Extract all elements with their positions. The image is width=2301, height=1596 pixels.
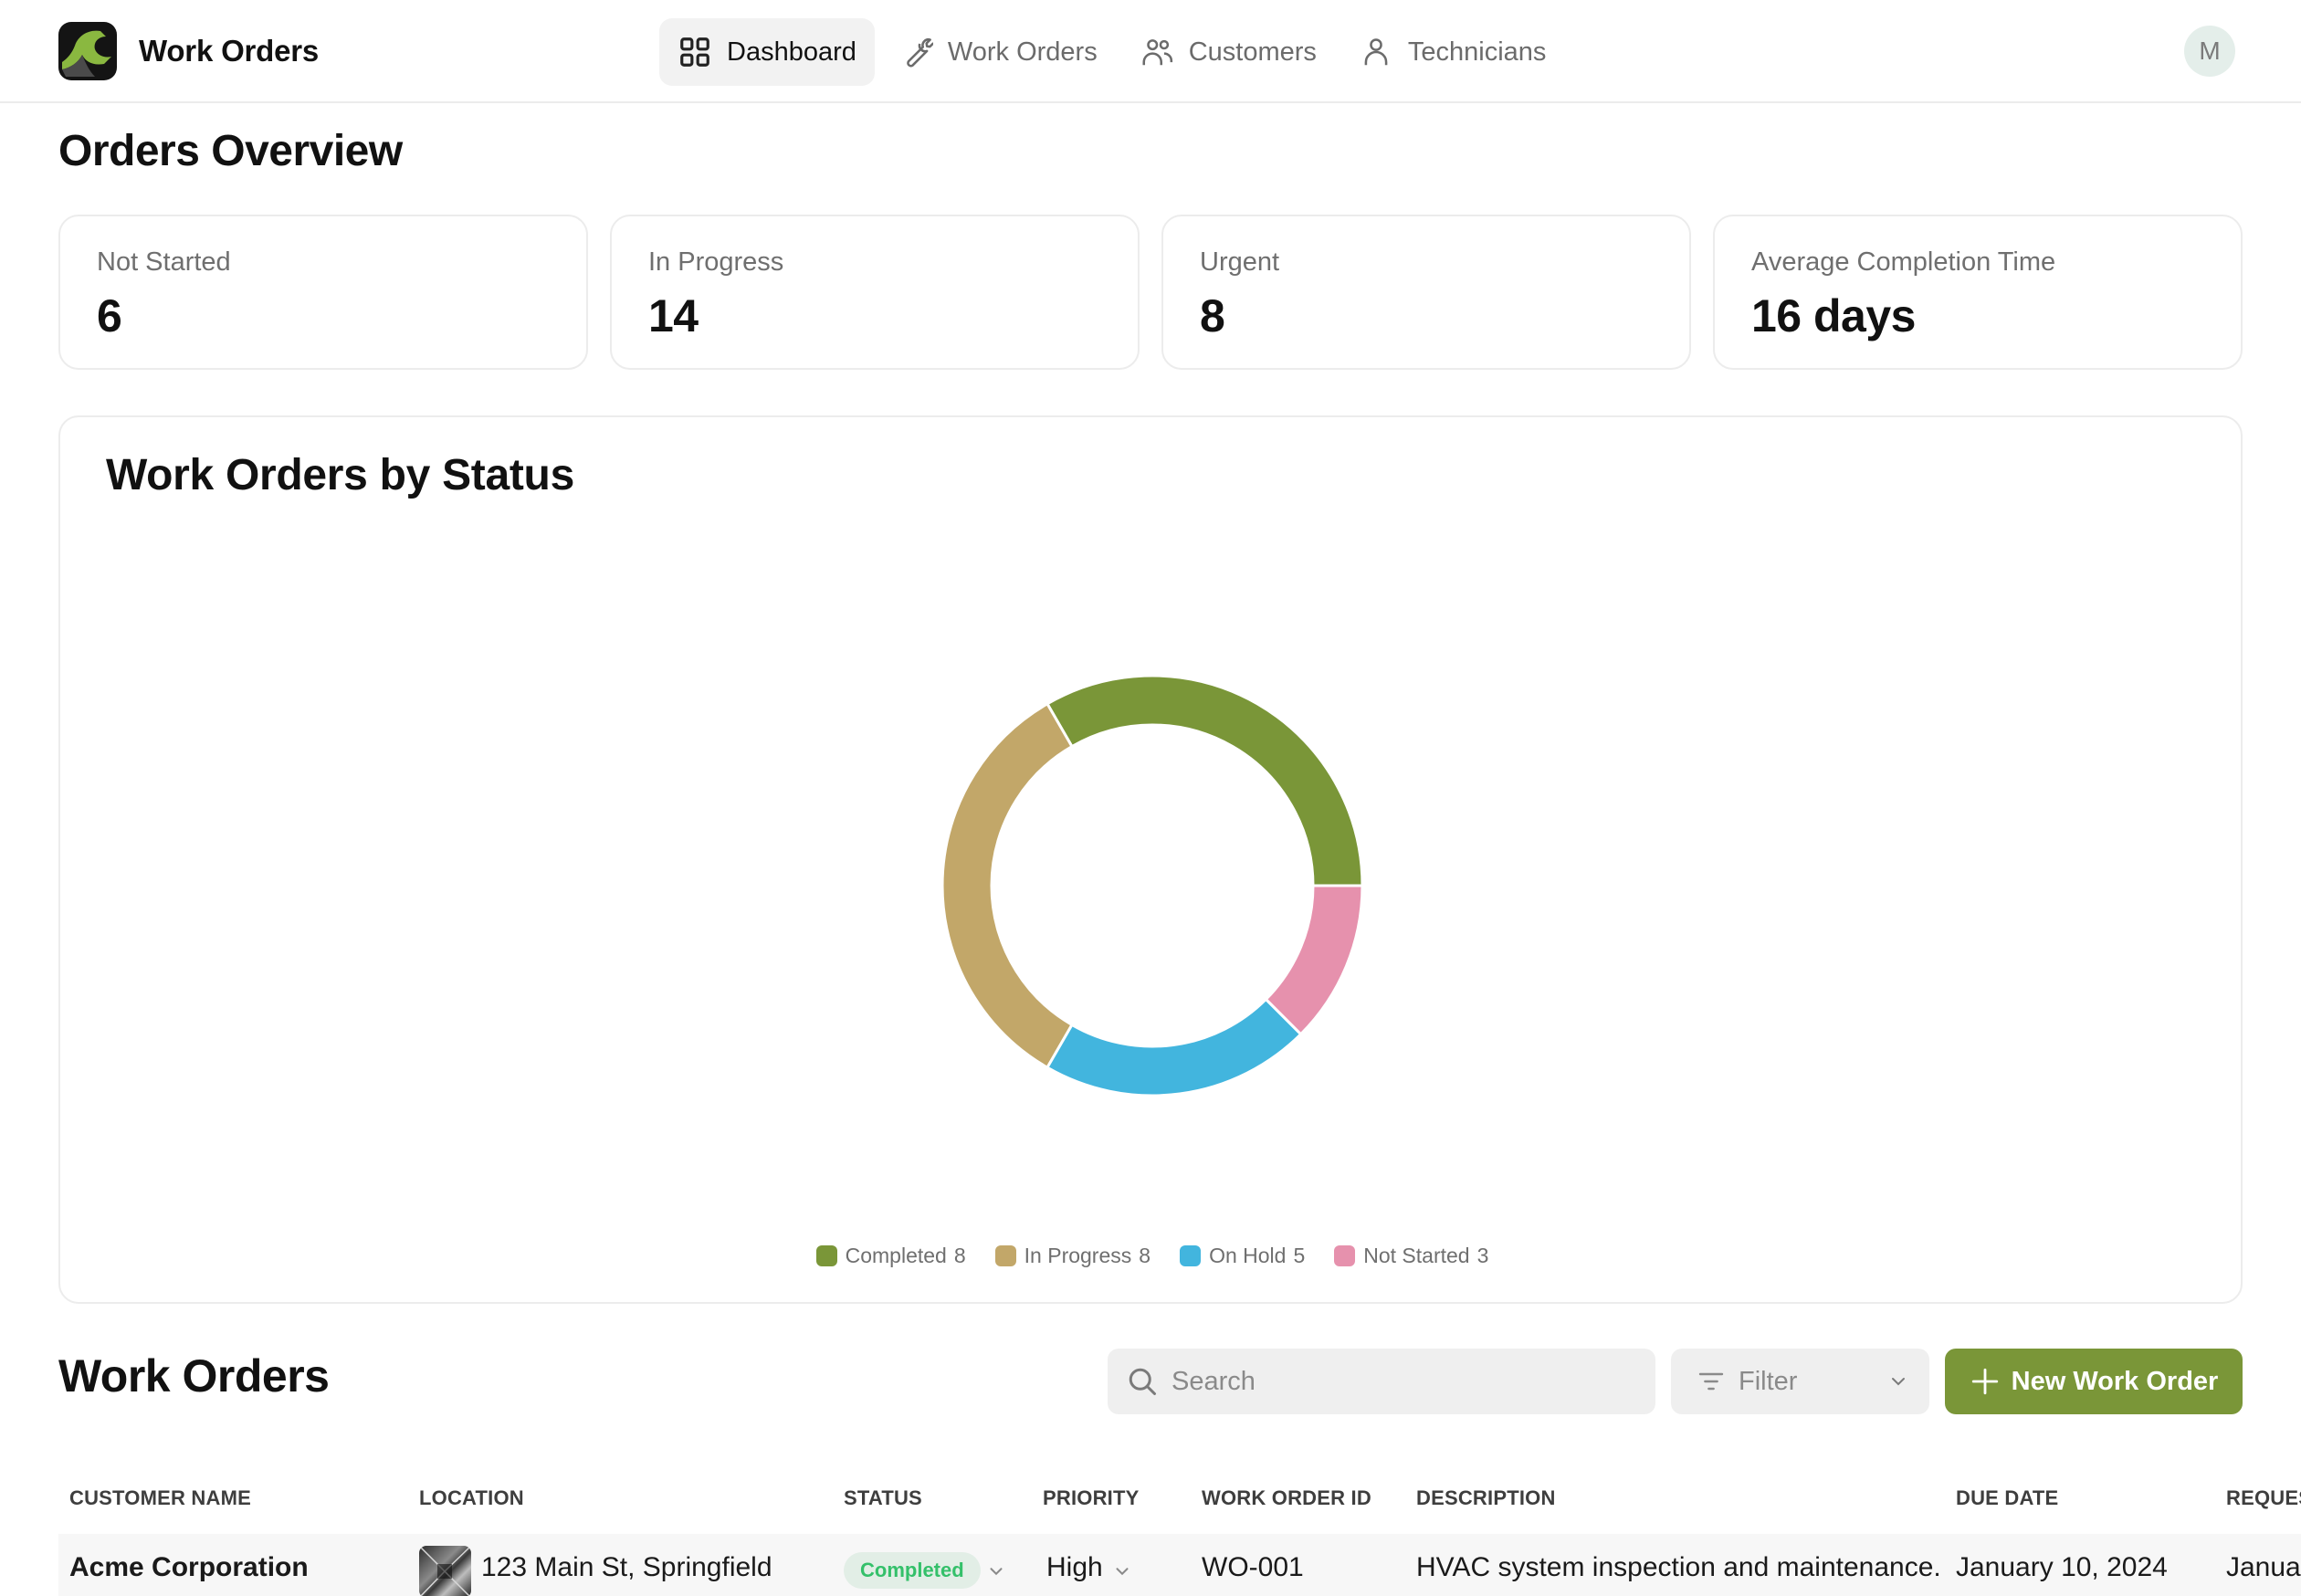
legend-count: 5 — [1293, 1244, 1306, 1267]
location-thumbnail — [419, 1546, 471, 1596]
cell-due-date: January 10, 2024 — [1956, 1552, 2168, 1582]
app-title: Work Orders — [139, 34, 320, 68]
stat-value: 6 — [97, 290, 122, 341]
status-badge-label: Completed — [860, 1559, 964, 1581]
page-title: Orders Overview — [58, 127, 403, 175]
legend-item-in-progress[interactable]: In Progress 8 — [994, 1244, 1151, 1268]
users-icon — [1142, 39, 1172, 66]
wrench-icon — [907, 38, 933, 68]
legend-label: On Hold — [1209, 1244, 1287, 1267]
work-orders-title: Work Orders — [58, 1350, 330, 1402]
top-nav: Work Orders Dashboard Work Orders Custom… — [0, 0, 2301, 103]
column-header-due-date[interactable]: DUE DATE — [1956, 1486, 2058, 1510]
cell-location: 123 Main St, Springfield — [481, 1552, 772, 1582]
column-header-location[interactable]: LOCATION — [419, 1486, 524, 1510]
column-header-requested[interactable]: REQUES — [2226, 1486, 2301, 1510]
new-work-order-label: New Work Order — [2011, 1366, 2219, 1396]
status-chevron-down-icon[interactable] — [986, 1561, 1006, 1581]
plus-icon — [1971, 1368, 1998, 1395]
filter-label: Filter — [1739, 1366, 1798, 1396]
brand[interactable]: Work Orders — [58, 22, 319, 80]
cell-customer: Acme Corporation — [69, 1552, 309, 1582]
cell-requested: Janua — [2226, 1552, 2301, 1582]
cell-priority[interactable]: High — [1046, 1552, 1103, 1583]
legend-count: 8 — [1139, 1244, 1151, 1267]
legend-item-on-hold[interactable]: On Hold 5 — [1180, 1244, 1305, 1268]
tab-dashboard-label: Dashboard — [727, 37, 856, 67]
stat-value: 8 — [1200, 290, 1225, 341]
search-icon — [1129, 1368, 1156, 1395]
donut-slice-not-started[interactable] — [1264, 884, 1364, 1036]
stat-value: 16 days — [1751, 290, 1916, 341]
column-header-id[interactable]: WORK ORDER ID — [1202, 1486, 1371, 1510]
legend-swatch — [1180, 1245, 1202, 1266]
main-tabs: Dashboard Work Orders Customers Technici… — [659, 18, 1570, 86]
tab-technicians-label: Technicians — [1407, 37, 1547, 67]
chart-legend: Completed 8 In Progress 8 On Hold 5 Not Starte… — [60, 1244, 2244, 1268]
tab-work-orders-label: Work Orders — [947, 37, 1098, 67]
legend-label: Completed — [845, 1244, 947, 1267]
avatar-initial: M — [2199, 37, 2221, 65]
stat-card-not-started: Not Started 6 — [58, 215, 588, 370]
legend-item-not-started[interactable]: Not Started 3 — [1334, 1244, 1488, 1268]
legend-label: Not Started — [1363, 1244, 1470, 1267]
status-badge[interactable]: Completed — [844, 1552, 981, 1589]
stat-card-avg-completion: Average Completion Time 16 days — [1713, 215, 2243, 370]
grid-icon — [680, 37, 709, 67]
donut-slice-in-progress[interactable] — [940, 701, 1075, 1070]
cell-description: HVAC system inspection and maintenance. — [1416, 1552, 1941, 1582]
column-header-description[interactable]: DESCRIPTION — [1416, 1486, 1556, 1510]
tab-dashboard[interactable]: Dashboard — [659, 18, 875, 86]
search-input[interactable] — [1172, 1366, 1646, 1397]
stat-card-in-progress: In Progress 14 — [610, 215, 1140, 370]
tab-customers[interactable]: Customers — [1121, 18, 1335, 86]
app-logo-icon — [58, 22, 117, 80]
column-header-customer[interactable]: CUSTOMER NAME — [69, 1486, 251, 1510]
donut-slice-completed[interactable] — [1045, 674, 1364, 887]
chevron-down-icon — [1892, 1378, 1905, 1386]
status-chart-card: Work Orders by Status Completed 8 In Progr… — [58, 415, 2243, 1304]
stat-value: 14 — [648, 290, 699, 341]
user-icon — [1364, 38, 1388, 66]
legend-item-completed[interactable]: Completed 8 — [815, 1244, 966, 1268]
legend-swatch — [1334, 1245, 1356, 1266]
filter-icon — [1698, 1372, 1724, 1391]
column-header-priority[interactable]: PRIORITY — [1043, 1486, 1140, 1510]
stat-label: Not Started — [97, 247, 231, 277]
status-donut-chart — [940, 674, 1364, 1097]
new-work-order-button[interactable]: New Work Order — [1945, 1349, 2243, 1414]
filter-dropdown[interactable]: Filter — [1671, 1349, 1929, 1414]
tab-technicians[interactable]: Technicians — [1340, 18, 1565, 86]
column-header-status[interactable]: STATUS — [844, 1486, 922, 1510]
priority-chevron-down-icon[interactable] — [1112, 1561, 1132, 1581]
legend-swatch — [815, 1245, 837, 1266]
stat-label: In Progress — [648, 247, 784, 277]
tab-customers-label: Customers — [1188, 37, 1317, 67]
stat-label: Average Completion Time — [1751, 247, 2056, 277]
search-box[interactable] — [1108, 1349, 1655, 1414]
legend-label: In Progress — [1024, 1244, 1132, 1267]
cell-work-order-id: WO-001 — [1202, 1552, 1304, 1582]
legend-count: 8 — [953, 1244, 966, 1267]
legend-count: 3 — [1476, 1244, 1489, 1267]
legend-swatch — [994, 1245, 1016, 1266]
stat-label: Urgent — [1200, 247, 1280, 277]
stat-card-urgent: Urgent 8 — [1161, 215, 1691, 370]
donut-slice-on-hold[interactable] — [1045, 997, 1303, 1097]
user-avatar[interactable]: M — [2184, 26, 2235, 77]
tab-work-orders[interactable]: Work Orders — [880, 18, 1116, 86]
